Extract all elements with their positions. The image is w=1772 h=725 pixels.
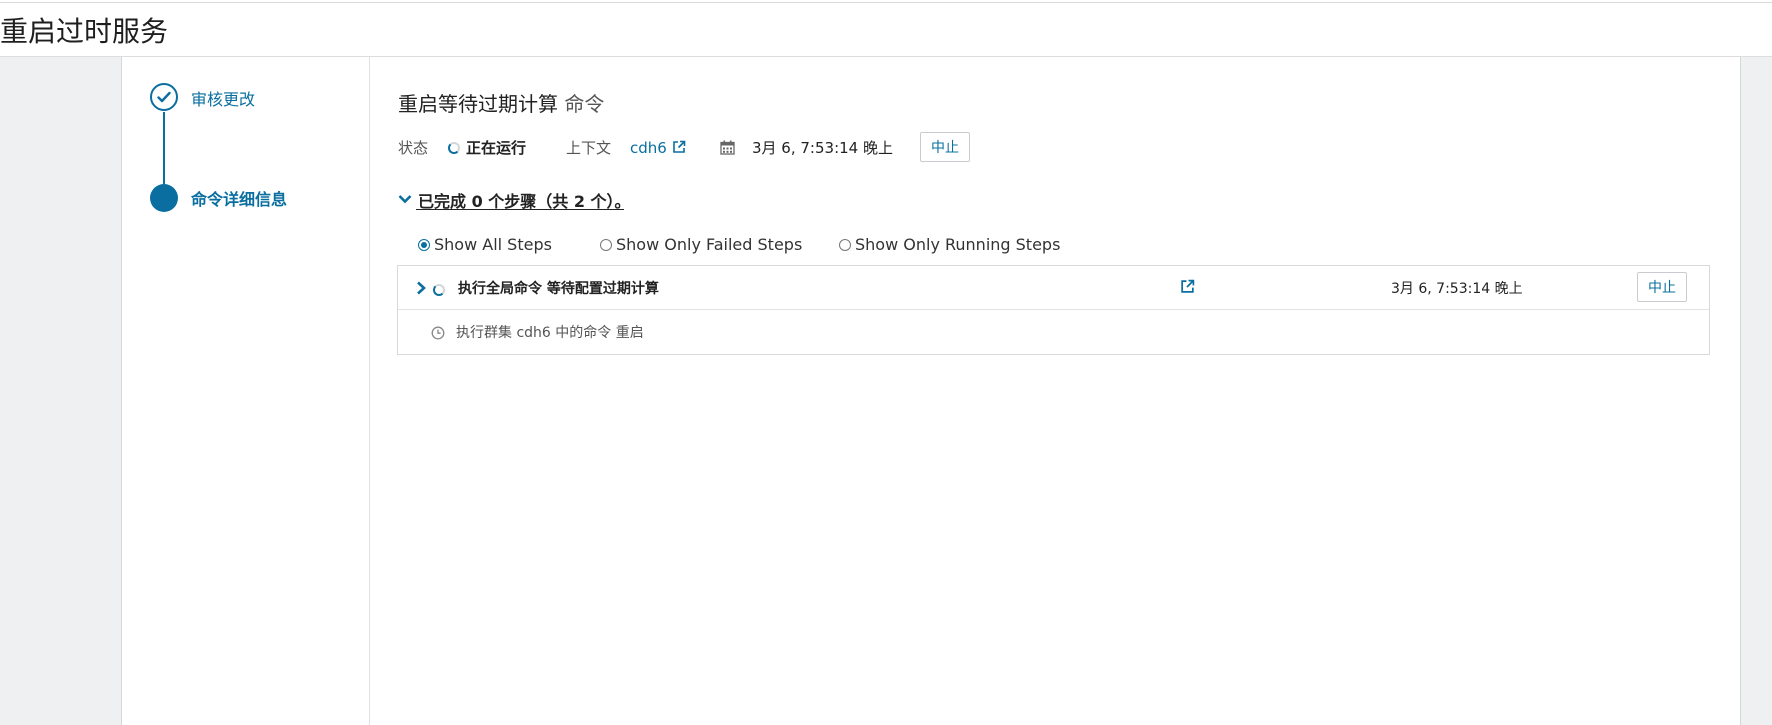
radio-unselected-icon[interactable] [839,238,851,251]
wizard-steps-panel [123,57,370,725]
calendar-icon [720,140,735,157]
step-row: 执行群集 cdh6 中的命令 重启 [398,310,1709,355]
filter-label: Show Only Running Steps [855,235,1061,254]
abort-command-button[interactable]: 中止 [920,132,970,162]
radio-selected-icon[interactable] [418,238,430,251]
step-row[interactable]: 执行全局命令 等待配置过期计算 3月 6, 7:53:14 晚上 中止 [398,266,1709,310]
page-title: 重启过时服务 [0,15,169,48]
chevron-right-icon[interactable] [416,280,426,299]
context-link[interactable]: cdh6 [630,136,686,160]
command-title: 重启等待过期计算 命令 [398,88,604,117]
filter-show-failed[interactable]: Show Only Failed Steps [600,235,802,254]
status-label: 状态 [398,139,429,157]
filter-label: Show All Steps [434,235,552,254]
filter-show-all[interactable]: Show All Steps [418,235,552,254]
radio-unselected-icon[interactable] [600,238,612,251]
context-value: cdh6 [630,139,667,157]
wizard-step-review-changes[interactable]: 审核更改 [191,86,255,110]
filter-label: Show Only Failed Steps [616,235,803,254]
summary-underline [416,209,624,210]
step-filter-group: Show All Steps Show Only Failed Steps Sh… [418,235,1218,257]
running-spinner-icon [433,284,445,296]
command-title-suffix: 命令 [564,92,605,116]
abort-step-button[interactable]: 中止 [1637,272,1687,302]
right-gutter [1740,57,1772,725]
command-timestamp: 3月 6, 7:53:14 晚上 [752,139,893,157]
checkmark-icon [157,91,171,103]
command-name: 重启等待过期计算 [398,92,558,116]
command-status-row: 状态 正在运行 上下文 cdh6 3月 6, 7:53:14 晚上 中止 [398,132,998,162]
running-spinner-icon [448,142,460,154]
step-name: 执行全局命令 等待配置过期计算 [458,281,659,297]
status-value: 正在运行 [466,139,527,157]
left-gutter [0,57,122,725]
wizard-step-current-marker [150,184,178,212]
step-name: 执行群集 cdh6 中的命令 重启 [456,325,644,341]
clock-icon [431,325,445,344]
wizard-connector-line [163,112,165,186]
chevron-down-icon [398,190,412,209]
external-link-icon[interactable] [1180,279,1195,298]
steps-summary-toggle[interactable]: 已完成 0 个步骤（共 2 个）。 [398,188,631,212]
filter-show-running[interactable]: Show Only Running Steps [839,235,1060,254]
external-link-icon [672,140,685,153]
wizard-step-done-marker[interactable] [150,83,178,111]
wizard-step-command-details[interactable]: 命令详细信息 [191,186,287,210]
steps-table: 执行全局命令 等待配置过期计算 3月 6, 7:53:14 晚上 中止 执行群集… [397,265,1710,355]
context-label: 上下文 [566,139,612,157]
top-border [0,2,1772,3]
step-timestamp: 3月 6, 7:53:14 晚上 [1391,281,1523,297]
